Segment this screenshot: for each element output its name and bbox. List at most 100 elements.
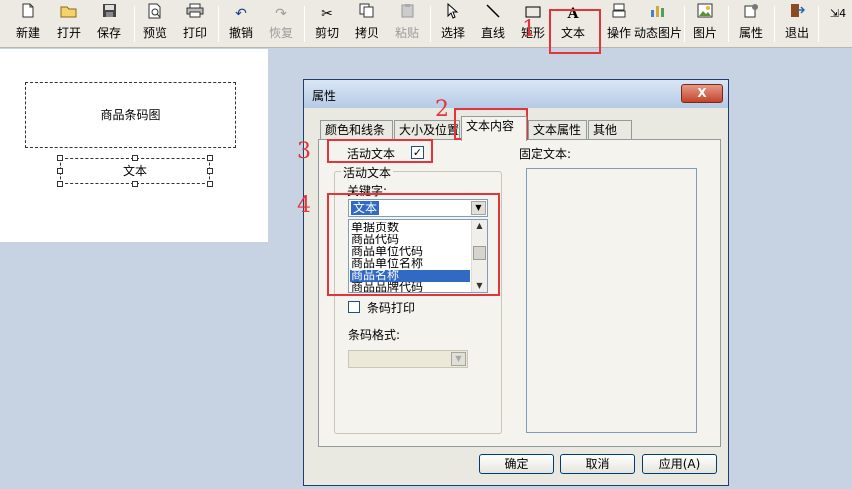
paste-icon [390,3,424,25]
save-disk-icon [92,3,126,25]
tab-size-position[interactable]: 大小及位置 [394,120,460,140]
toolbar-overflow-button[interactable]: ⇲4 [826,3,850,45]
cut-button[interactable]: ✂ 剪切 [310,3,344,45]
annotation-number-3: 3 [297,139,311,164]
toolbar-separator [728,6,729,42]
barcode-format-combo[interactable]: ▼ [348,350,468,368]
barcode-format-label: 条码格式: [348,328,401,342]
select-tool-button[interactable]: 选择 [436,2,470,45]
toolbar-separator [430,6,431,42]
properties-icon [734,3,768,25]
open-button[interactable]: 打开 [52,3,86,45]
resize-handle[interactable] [207,181,213,187]
toolbar-separator [818,6,819,42]
toolbar-separator [304,6,305,42]
toolbar-separator [134,6,135,42]
save-button[interactable]: 保存 [92,3,126,45]
annotation-box-4 [327,193,500,296]
resize-handle[interactable] [132,155,138,161]
print-button[interactable]: 打印 [178,3,212,45]
undo-label: 撤销 [228,26,253,40]
resize-handle[interactable] [207,155,213,161]
operation-label: 操作 [606,26,631,40]
barcode-placeholder[interactable]: 商品条码图 [25,82,236,148]
preview-button[interactable]: 预览 [138,3,172,45]
dialog-title: 属性 [312,89,337,103]
exit-label: 退出 [784,26,809,40]
annotation-number-1: 1 [522,17,536,42]
print-label: 打印 [182,26,207,40]
copy-label: 拷贝 [354,26,379,40]
ok-button[interactable]: 确定 [479,454,554,474]
image-label: 图片 [692,26,717,40]
resize-handle[interactable] [57,181,63,187]
close-button[interactable]: X [681,84,723,103]
undo-icon: ↶ [235,6,247,22]
dynamic-image-icon [634,3,682,25]
toolbar-separator [684,6,685,42]
operation-icon [602,3,636,25]
barcode-print-checkbox[interactable] [348,301,360,313]
copy-button[interactable]: 拷贝 [350,3,384,45]
preview-label: 预览 [142,26,167,40]
annotation-box-3 [327,139,433,163]
resize-handle[interactable] [132,181,138,187]
cancel-button[interactable]: 取消 [560,454,635,474]
image-icon [688,3,722,25]
preview-icon [138,3,172,25]
new-button[interactable]: 新建 [10,3,46,45]
tab-other[interactable]: 其他 [588,120,632,140]
resize-handle[interactable] [57,155,63,161]
open-folder-icon [52,3,86,25]
dynamic-image-button[interactable]: 动态图片 [634,3,682,45]
printer-icon [178,3,212,25]
open-label: 打开 [56,26,81,40]
active-text-group-label: 活动文本 [341,164,394,181]
fixed-text-area[interactable] [526,168,697,433]
cut-label: 剪切 [314,26,339,40]
paste-button[interactable]: 粘贴 [390,3,424,45]
redo-icon: ↷ [275,6,287,22]
dialog-title-bar[interactable]: 属性 X [304,80,728,108]
annotation-number-2: 2 [435,97,449,122]
resize-handle[interactable] [207,168,213,174]
operation-button[interactable]: 操作 [602,3,636,45]
dimension-icon: ⇲4 [829,7,847,20]
text-element-label: 文本 [122,164,147,178]
barcode-print-label: 条码打印 [367,301,416,315]
chevron-down-icon[interactable]: ▼ [451,352,466,366]
toolbar-separator [218,6,219,42]
tab-text-properties[interactable]: 文本属性 [528,120,587,140]
new-label: 新建 [15,26,40,40]
copy-icon [350,3,384,25]
line-label: 直线 [480,26,505,40]
select-label: 选择 [440,26,465,40]
line-icon [476,3,510,25]
tab-text-content[interactable]: 文本内容 [461,116,527,141]
properties-button[interactable]: 属性 [734,3,768,45]
new-file-icon [10,3,46,25]
main-toolbar: 新建 打开 保存 预览 打印 ↶ 撤销 ↷ 恢复 ✂ 剪切 拷贝 粘贴 选择 直… [0,0,852,48]
apply-button[interactable]: 应用(A) [642,454,717,474]
barcode-placeholder-label: 商品条码图 [100,108,161,122]
pointer-icon [436,2,470,25]
exit-button[interactable]: 退出 [780,3,814,45]
resize-handle[interactable] [57,168,63,174]
properties-label: 属性 [738,26,763,40]
scissors-icon: ✂ [321,6,333,22]
close-icon: X [697,86,707,100]
annotation-number-4: 4 [297,193,311,218]
design-canvas[interactable]: 商品条码图 文本 [0,49,268,242]
image-button[interactable]: 图片 [688,3,722,45]
paste-label: 粘贴 [394,26,419,40]
toolbar-separator [774,6,775,42]
annotation-box-1 [549,9,601,54]
tab-color-line[interactable]: 颜色和线条 [320,120,393,140]
line-tool-button[interactable]: 直线 [476,3,510,45]
undo-button[interactable]: ↶ 撤销 [224,3,258,45]
exit-icon [780,3,814,25]
fixed-text-label: 固定文本: [519,147,572,161]
save-label: 保存 [96,26,121,40]
redo-button[interactable]: ↷ 恢复 [264,3,298,45]
toolbar-overflow-label: 4 [839,7,847,20]
